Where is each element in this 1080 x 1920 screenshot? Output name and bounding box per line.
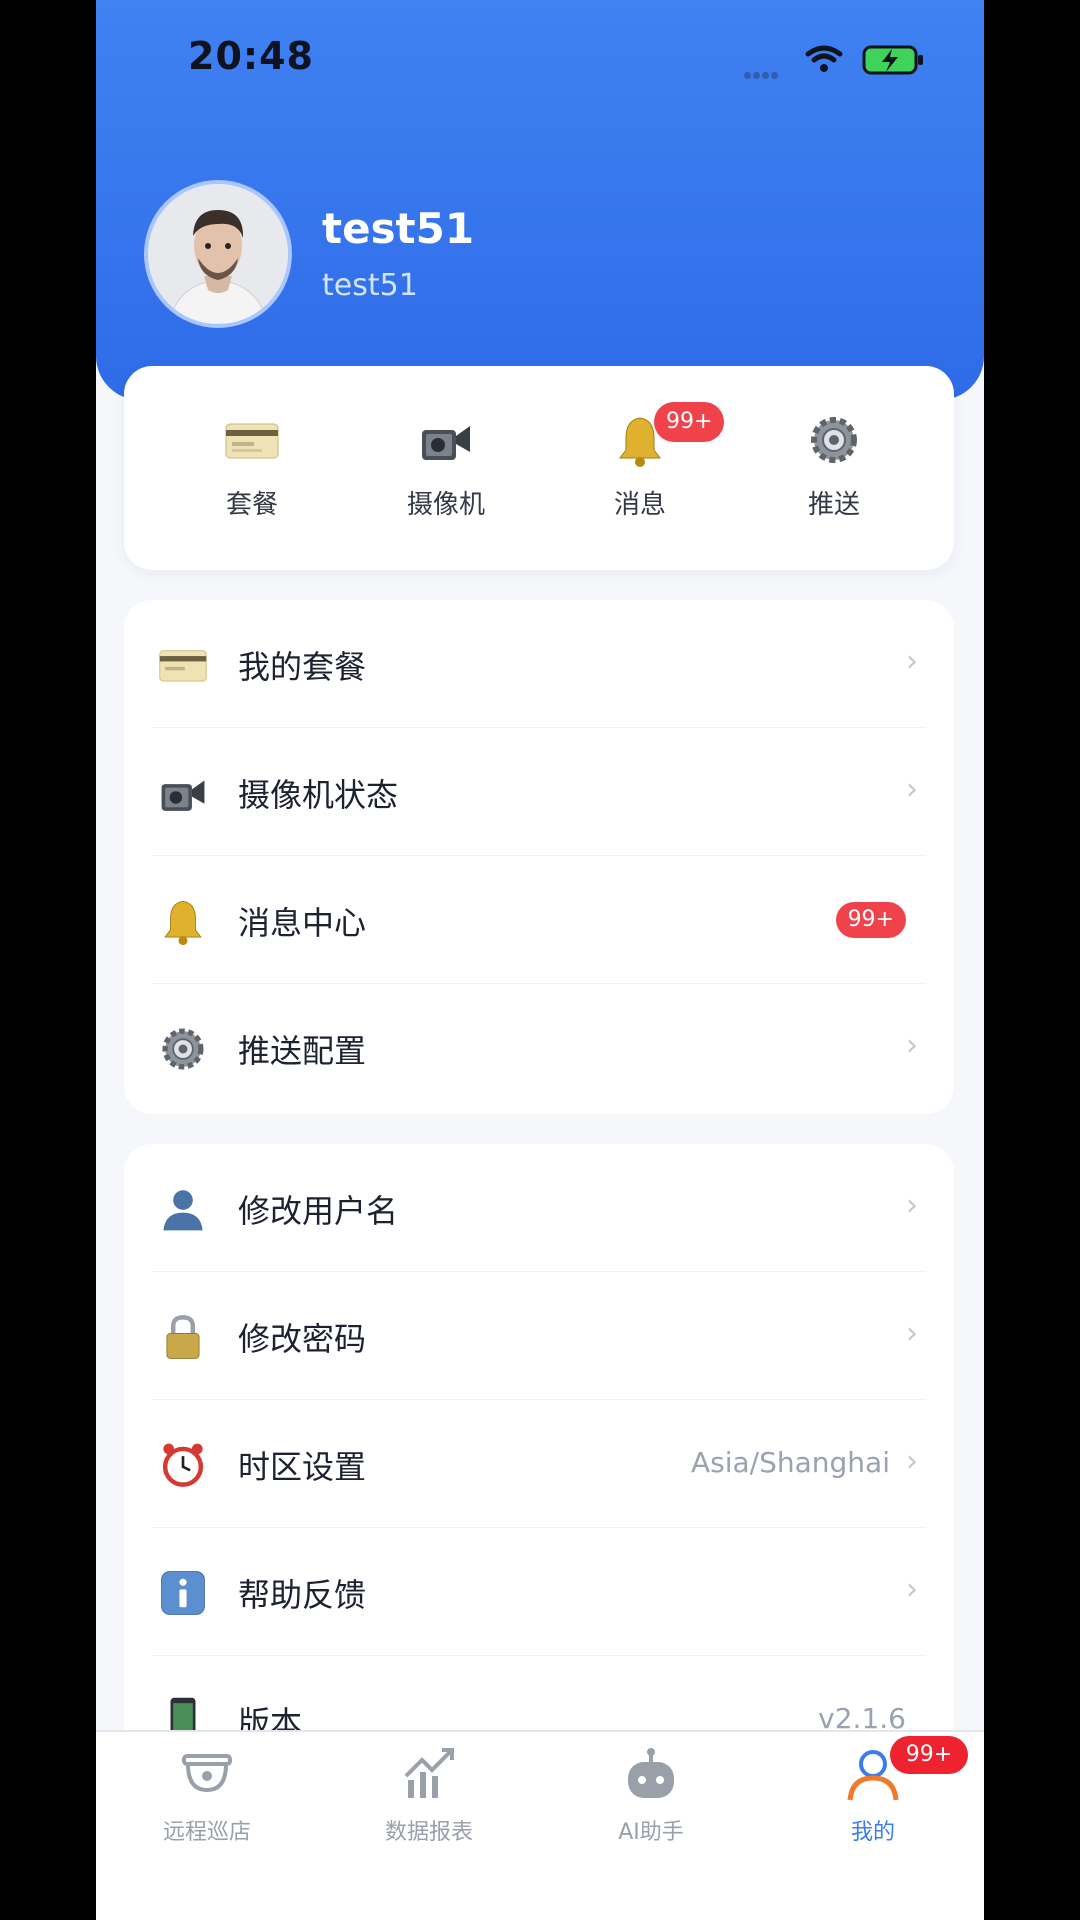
list-item-label: 推送配置 — [238, 1032, 367, 1070]
quick-action-label: 摄像机 — [406, 490, 485, 520]
tab-data-report[interactable]: 数据报表 — [318, 1732, 540, 1862]
quick-action-package[interactable]: 套餐 — [172, 366, 332, 570]
tab-ai-assistant[interactable]: AI助手 — [540, 1732, 762, 1862]
chevron-right-icon: › — [906, 1316, 918, 1351]
list-item-change-password[interactable]: 修改密码 › — [124, 1272, 954, 1400]
list-item-timezone[interactable]: 时区设置 Asia/Shanghai › — [124, 1400, 954, 1528]
quick-action-messages[interactable]: 消息 99+ — [560, 366, 725, 570]
messages-badge: 99+ — [654, 402, 725, 442]
list-item-label: 摄像机状态 — [238, 776, 399, 814]
chevron-right-icon: › — [906, 1188, 918, 1223]
quick-action-label: 消息 — [613, 490, 666, 520]
chevron-right-icon: › — [906, 1572, 918, 1607]
list-item-label: 消息中心 — [238, 904, 367, 942]
gear-icon — [162, 1028, 204, 1070]
list-item-label: 我的套餐 — [238, 648, 367, 686]
video-camera-icon — [422, 426, 470, 460]
chevron-right-icon: › — [906, 772, 918, 807]
chevron-right-icon: › — [906, 1028, 918, 1063]
quick-actions-card: 套餐 摄像机 消息 99+ 推送 — [124, 366, 954, 570]
chevron-right-icon: › — [906, 644, 918, 679]
alarm-clock-icon — [162, 1443, 204, 1487]
status-time: 20:48 — [188, 34, 314, 78]
list-item-message-center[interactable]: 消息中心 99+ — [124, 856, 954, 984]
info-icon — [161, 1571, 205, 1615]
profile-name: test51 — [322, 204, 475, 253]
app-screen: 20:48 test51 test51 套餐 摄像机 消息 99+ 推送 我的套… — [96, 0, 984, 1920]
tab-remote-patrol[interactable]: 远程巡店 — [96, 1732, 318, 1862]
tab-mine[interactable]: 我的 99+ — [762, 1732, 984, 1862]
robot-icon — [628, 1748, 674, 1798]
timezone-value: Asia/Shanghai — [691, 1446, 890, 1479]
list-item-camera-status[interactable]: 摄像机状态 › — [124, 728, 954, 856]
user-icon — [163, 1190, 203, 1231]
list-item-change-username[interactable]: 修改用户名 › — [124, 1144, 954, 1272]
quick-action-label: 套餐 — [225, 490, 278, 520]
camera-dome-icon — [182, 1754, 232, 1793]
tab-label: AI助手 — [618, 1820, 684, 1845]
quick-action-label: 推送 — [807, 490, 860, 520]
lock-icon — [166, 1315, 200, 1359]
list-item-label: 时区设置 — [238, 1448, 367, 1486]
tab-badge: 99+ — [890, 1736, 968, 1774]
tab-label: 数据报表 — [384, 1820, 473, 1845]
credit-card-icon — [225, 423, 279, 459]
tab-bar: 远程巡店 数据报表 AI助手 我的 99+ — [96, 1730, 984, 1920]
battery-icon — [862, 45, 923, 75]
services-list: 我的套餐 › 摄像机状态 › 消息中心 99+ 推送配置 › — [124, 600, 954, 1114]
list-item-help-feedback[interactable]: 帮助反馈 › — [124, 1528, 954, 1656]
quick-action-push[interactable]: 推送 — [754, 366, 914, 570]
avatar[interactable] — [144, 180, 292, 328]
message-center-badge: 99+ — [835, 902, 906, 938]
wifi-icon — [805, 45, 843, 72]
chart-icon — [404, 1748, 454, 1798]
list-item-my-package[interactable]: 我的套餐 › — [124, 600, 954, 728]
credit-card-icon — [159, 650, 207, 682]
video-camera-icon — [161, 780, 205, 811]
gear-icon — [811, 417, 857, 463]
tab-label: 远程巡店 — [162, 1820, 251, 1845]
chevron-right-icon: › — [906, 1444, 918, 1479]
profile-username: test51 — [322, 268, 418, 303]
list-item-label: 帮助反馈 — [238, 1576, 367, 1614]
tab-label: 我的 — [850, 1820, 895, 1845]
list-item-label: 修改用户名 — [238, 1192, 399, 1230]
signal-icon — [744, 64, 780, 83]
list-item-push-config[interactable]: 推送配置 › — [124, 984, 954, 1112]
list-item-label: 修改密码 — [238, 1320, 367, 1358]
bell-icon — [164, 900, 202, 946]
account-settings-list: 修改用户名 › 修改密码 › 时区设置 Asia/Shanghai › 帮助反馈… — [124, 1144, 954, 1764]
quick-action-camera[interactable]: 摄像机 — [366, 366, 526, 570]
